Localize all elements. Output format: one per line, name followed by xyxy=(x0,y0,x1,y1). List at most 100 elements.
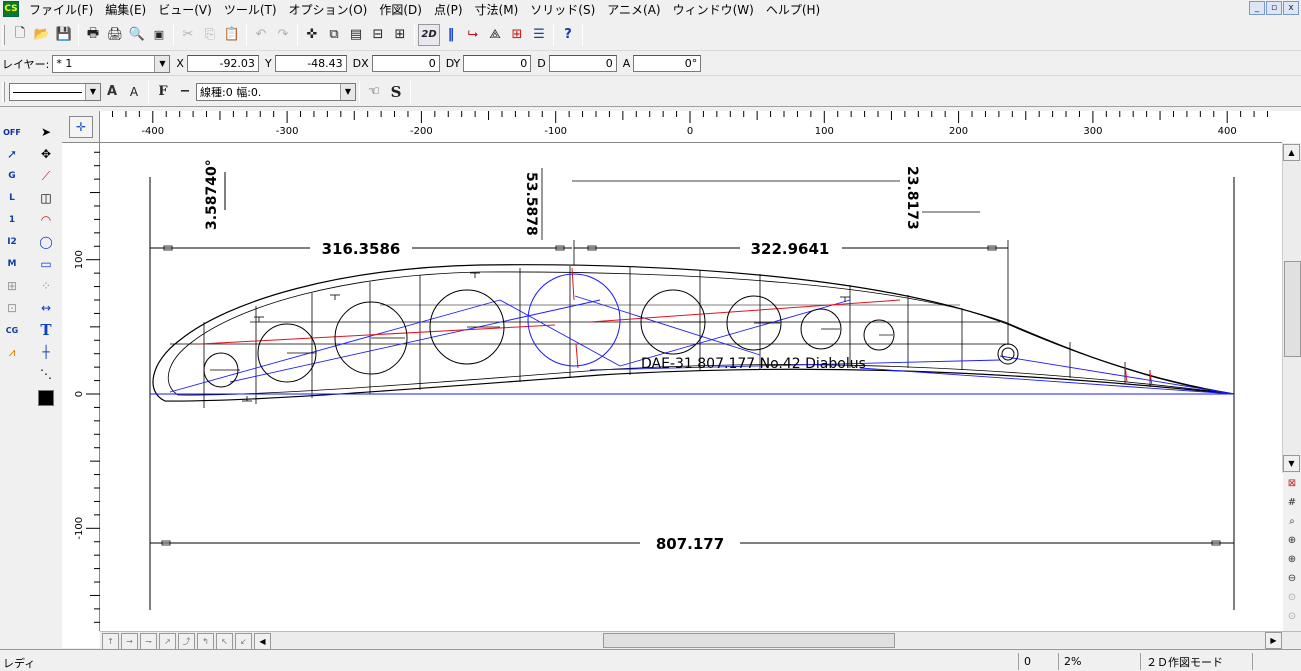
app-icon[interactable]: CS xyxy=(3,1,19,17)
scroll-up-icon[interactable]: ▲ xyxy=(1283,144,1300,161)
linetype-select[interactable]: 線種:0 幅:0. ▼ xyxy=(196,82,356,101)
zoom-out-icon[interactable]: ⊖ xyxy=(1284,570,1300,587)
i2-snap-icon[interactable]: I2 xyxy=(2,232,22,252)
page-setup-icon[interactable]: ▣ xyxy=(148,24,170,46)
save-icon[interactable]: 💾 xyxy=(53,24,75,46)
dashed-line-icon[interactable]: ⋱ xyxy=(36,364,56,384)
copy-icon[interactable]: ⎘ xyxy=(199,24,221,46)
vertical-scroll-thumb[interactable] xyxy=(1284,261,1301,357)
move-icon[interactable]: ✥ xyxy=(36,144,56,164)
box-icon[interactable]: ◫ xyxy=(36,188,56,208)
arrow-up-right-tool-icon[interactable]: ⤴ xyxy=(178,633,195,650)
arrow-diag-tool-icon[interactable]: ↗ xyxy=(159,633,176,650)
zoom-window-icon[interactable]: ⌕ xyxy=(1284,513,1300,530)
color-swatch-icon[interactable] xyxy=(36,388,56,408)
menu-anime[interactable]: アニメ(A) xyxy=(601,1,666,18)
menu-window[interactable]: ウィンドウ(W) xyxy=(667,1,760,18)
pause-icon[interactable]: ‖ xyxy=(440,24,462,46)
vertical-scrollbar[interactable]: ▲ ▼ xyxy=(1282,143,1301,473)
style-s-icon[interactable]: S xyxy=(385,81,407,103)
print-preview-icon[interactable]: 🔍 xyxy=(126,24,148,46)
cg-snap-icon[interactable]: CG xyxy=(2,320,22,340)
text-small-icon[interactable]: A xyxy=(123,81,145,103)
menu-draw[interactable]: 作図(D) xyxy=(373,1,428,18)
layer-select[interactable]: * 1 ▼ xyxy=(52,54,171,73)
one-snap-icon[interactable]: 1 xyxy=(2,210,22,230)
list-icon[interactable]: ☰ xyxy=(528,24,550,46)
window-icon[interactable]: ⊞ xyxy=(389,24,411,46)
layer-icon[interactable]: ⧉ xyxy=(323,24,345,46)
grid2-snap-icon[interactable]: ⊡ xyxy=(2,298,22,318)
arrow-right-tool-icon[interactable]: → xyxy=(121,633,138,650)
line-width-icon[interactable]: − xyxy=(174,81,196,103)
mode-2d-icon[interactable]: 2D xyxy=(418,23,440,46)
zoom-next-icon[interactable]: ⊙ xyxy=(1284,608,1300,625)
minimize-button[interactable]: _ xyxy=(1249,1,1265,15)
scroll-down-icon[interactable]: ▼ xyxy=(1283,455,1300,472)
arrow-up-tool-icon[interactable]: ↑ xyxy=(102,633,119,650)
print-icon[interactable]: 🖶 xyxy=(82,24,104,46)
m-snap-icon[interactable]: M xyxy=(2,254,22,274)
chevron-down-icon[interactable]: ▼ xyxy=(85,83,100,100)
angle-snap-icon[interactable]: ⩘ xyxy=(2,342,22,362)
y-field[interactable]: -48.43 xyxy=(274,55,347,72)
menu-help[interactable]: ヘルプ(H) xyxy=(760,1,826,18)
block-icon[interactable]: ▤ xyxy=(345,24,367,46)
text-tool-icon[interactable]: T xyxy=(36,320,56,340)
help-pointer-icon[interactable]: ? xyxy=(557,24,579,46)
perspective-icon[interactable]: ⟁ xyxy=(484,24,506,46)
paste-icon[interactable]: 📋 xyxy=(221,24,243,46)
menu-solid[interactable]: ソリッド(S) xyxy=(524,1,601,18)
menu-file[interactable]: ファイル(F) xyxy=(23,1,99,18)
rectangle-icon[interactable]: ▭ xyxy=(36,254,56,274)
scroll-left-icon[interactable]: ◀ xyxy=(254,633,271,650)
restore-button[interactable]: ▫ xyxy=(1266,1,1282,15)
hand-pointer-icon[interactable]: ☜ xyxy=(363,81,385,103)
dy-field[interactable]: 0 xyxy=(463,55,532,72)
snap-icon[interactable]: ✜ xyxy=(301,24,323,46)
chevron-down-icon[interactable]: ▼ xyxy=(154,55,170,72)
x-field[interactable]: -92.03 xyxy=(186,55,259,72)
menu-edit[interactable]: 編集(E) xyxy=(99,1,152,18)
arc-icon[interactable]: ◠ xyxy=(36,210,56,230)
clear-icon[interactable]: ⊠ xyxy=(1284,475,1300,492)
text-large-icon[interactable]: A xyxy=(101,81,123,103)
crosshair-icon[interactable]: ┼ xyxy=(36,342,56,362)
menu-option[interactable]: オプション(O) xyxy=(283,1,374,18)
scroll-right-icon[interactable]: ▶ xyxy=(1265,632,1282,649)
origin-icon[interactable]: ✛ xyxy=(69,116,93,138)
polyline-icon[interactable]: ⟋ xyxy=(36,166,56,186)
chevron-down-icon[interactable]: ▼ xyxy=(340,83,355,100)
menu-tool[interactable]: ツール(T) xyxy=(218,1,283,18)
cut-icon[interactable]: ✂ xyxy=(177,24,199,46)
horizontal-scroll-thumb[interactable] xyxy=(603,633,895,648)
grid-snap-icon[interactable]: ⊞ xyxy=(2,276,22,296)
menu-point[interactable]: 点(P) xyxy=(428,1,469,18)
arrow-corner-tool-icon[interactable]: ⇁ xyxy=(140,633,157,650)
drawing-canvas[interactable]: DAE-31 807.177 No.42 Diabolus 316.3586 3… xyxy=(100,143,1282,631)
circle-icon[interactable]: ◯ xyxy=(36,232,56,252)
group-icon[interactable]: ⊟ xyxy=(367,24,389,46)
select-arrow-icon[interactable]: ➚ xyxy=(2,144,22,164)
open-folder-icon[interactable]: 📂 xyxy=(31,24,53,46)
new-file-icon[interactable]: 🗋 xyxy=(9,24,31,46)
zoom-in-icon[interactable]: ⊕ xyxy=(1284,551,1300,568)
grid-select-icon[interactable]: ⊞ xyxy=(506,24,528,46)
grid-icon[interactable]: # xyxy=(1284,494,1300,511)
snap-off-icon[interactable]: OFF xyxy=(2,122,22,142)
menu-view[interactable]: ビュー(V) xyxy=(152,1,218,18)
l-snap-icon[interactable]: L xyxy=(2,188,22,208)
d-field[interactable]: 0 xyxy=(548,55,617,72)
print-setup-icon[interactable]: 🖨 xyxy=(104,24,126,46)
axis-icon[interactable]: ⮡ xyxy=(462,24,484,46)
array-icon[interactable]: ⁘ xyxy=(36,276,56,296)
arrow-back-tool-icon[interactable]: ↰ xyxy=(197,633,214,650)
a-field[interactable]: 0° xyxy=(633,55,702,72)
g-snap-icon[interactable]: G xyxy=(2,166,22,186)
font-icon[interactable]: F xyxy=(152,81,174,103)
arrow-nw-tool-icon[interactable]: ↖ xyxy=(216,633,233,650)
zoom-prev-icon[interactable]: ⊙ xyxy=(1284,589,1300,606)
redo-icon[interactable]: ↷ xyxy=(272,24,294,46)
arrow-sw-tool-icon[interactable]: ↙ xyxy=(235,633,252,650)
pointer-icon[interactable]: ➤ xyxy=(36,122,56,142)
